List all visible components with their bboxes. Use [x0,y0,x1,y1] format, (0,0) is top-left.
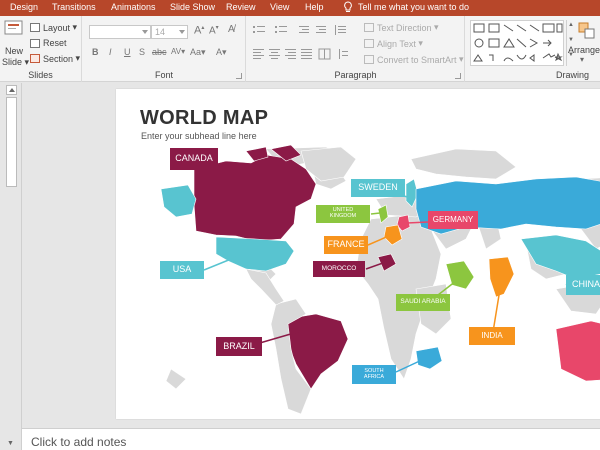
south-africa-label-line-2: AFRICA [363,373,385,380]
slides-group-label: Slides [28,70,53,80]
align-text-label: Align Text [377,38,416,49]
bold-button[interactable]: B [92,47,99,57]
notes-placeholder: Click to add notes [31,435,127,449]
callout-germany[interactable]: GERMANY [428,211,478,229]
arrange-label: Arrange [568,45,600,55]
new-slide-label-1: New [5,46,24,56]
slide-thumbnail-panel [0,83,22,450]
strikethrough-button[interactable]: S [139,47,145,57]
layout-label: Layout [43,22,71,33]
tab-review[interactable]: Review [226,2,256,12]
lightbulb-icon [344,1,352,12]
callout-morocco[interactable]: MOROCCO [313,261,365,277]
new-slide-button[interactable]: New Slide ▾ [2,19,30,67]
align-text-button[interactable]: Align Text ▾ [364,38,423,49]
arrange-icon [578,22,595,39]
character-spacing-button[interactable]: AV▾ [171,47,185,56]
reset-icon [30,38,40,48]
slide-title[interactable]: WORLD MAP [140,107,268,130]
callout-china[interactable]: CHINA [566,275,600,295]
tab-view[interactable]: View [270,2,289,12]
new-slide-icon [4,20,23,35]
text-direction-button[interactable]: Text Direction ▾ [364,22,439,33]
underline-button[interactable]: U [124,47,131,57]
shadow-button[interactable]: abc [152,47,167,57]
font-group-label: Font [154,70,173,80]
tab-animations[interactable]: Animations [111,2,156,12]
convert-smartart-button[interactable]: Convert to SmartArt ▾ [364,54,464,65]
italic-button[interactable]: I [109,47,112,57]
uk-label-line-2: KINGDOM [329,213,357,219]
powerpoint-window: Design Transitions Animations Slide Show… [0,0,600,450]
callout-france[interactable]: FRANCE [324,236,368,254]
alignment-icons[interactable] [253,48,353,60]
scroll-down-icon[interactable]: ▼ [7,440,14,447]
shapes-gallery[interactable] [470,20,564,66]
font-name-combo[interactable] [89,25,151,39]
font-dialog-launcher[interactable] [236,73,242,79]
callout-brazil[interactable]: BRAZIL [216,337,262,356]
country-australia[interactable] [555,320,600,382]
tab-design[interactable]: Design [10,2,38,12]
callout-sweden[interactable]: SWEDEN [351,179,405,197]
callout-india[interactable]: INDIA [469,327,515,345]
section-icon [30,54,40,63]
shapes-gallery-icons [473,23,563,62]
scroll-thumb[interactable] [6,97,17,187]
reset-button[interactable]: Reset [30,38,67,48]
callout-south-africa[interactable]: SOUTH AFRICA [352,365,396,384]
slides-group: New Slide ▾ Layout ▾ Reset Section ▾ Sli… [0,16,82,82]
paragraph-dialog-launcher[interactable] [455,73,461,79]
text-direction-label: Text Direction [377,22,432,33]
notes-pane[interactable]: Click to add notes [22,428,600,450]
list-indent-icons[interactable] [253,24,353,36]
paragraph-group: Text Direction ▾ Align Text ▾ Convert to… [247,16,465,82]
ribbon: New Slide ▾ Layout ▾ Reset Section ▾ Sli… [0,16,600,82]
tell-me-search[interactable]: Tell me what you want to do [343,1,469,13]
reset-label: Reset [43,38,67,48]
convert-smartart-label: Convert to SmartArt [377,54,457,65]
font-group: 14 A▴ A▾ A̸ B I U S abc AV▾ Aa▾ A▾ Font [83,16,246,82]
tab-help[interactable]: Help [305,2,324,12]
central-america [245,268,285,306]
ribbon-tab-bar: Design Transitions Animations Slide Show… [0,0,600,16]
slide-canvas[interactable]: WORLD MAP Enter your subhead line here C… [116,89,600,419]
tell-me-text: Tell me what you want to do [358,2,470,12]
callout-usa[interactable]: USA [160,261,204,279]
country-alaska[interactable] [160,184,197,218]
paragraph-group-label: Paragraph [334,70,377,80]
section-button[interactable]: Section ▾ [30,53,80,64]
scroll-up-button[interactable] [6,85,17,95]
font-color-button[interactable]: A▾ [216,47,227,58]
font-size-combo[interactable]: 14 [151,25,188,39]
country-south-africa[interactable] [415,346,443,370]
increase-font-icon[interactable]: A▴ [194,24,204,37]
country-usa[interactable] [215,236,295,272]
layout-icon [30,23,40,32]
clear-formatting-icon[interactable]: A̸ [228,24,235,35]
align-text-icon [364,39,374,48]
country-china[interactable] [520,234,600,280]
callout-united-kingdom[interactable]: UNITED KINGDOM [316,205,370,223]
layout-button[interactable]: Layout ▾ [30,22,77,33]
callout-saudi-arabia[interactable]: SAUDI ARABIA [396,294,450,311]
slide-subhead[interactable]: Enter your subhead line here [141,131,257,141]
section-label: Section [43,53,74,64]
new-slide-label-2: Slide ▾ [2,57,30,67]
text-direction-icon [364,23,374,32]
country-india[interactable] [488,256,515,298]
tab-slide-show[interactable]: Slide Show [170,2,215,12]
smartart-icon [364,55,374,64]
arrange-button[interactable]: Arrange ▾ [568,20,600,68]
decrease-font-icon[interactable]: A▾ [209,24,219,36]
font-size-value: 14 [155,27,166,37]
change-case-button[interactable]: Aa▾ [190,47,206,58]
tab-transitions[interactable]: Transitions [52,2,96,12]
drawing-group-label: Drawing [556,70,590,80]
callout-canada[interactable]: CANADA [170,148,218,170]
drawing-group: ▲ ▼ ▼ Arrange ▾ Drawing [466,16,600,82]
